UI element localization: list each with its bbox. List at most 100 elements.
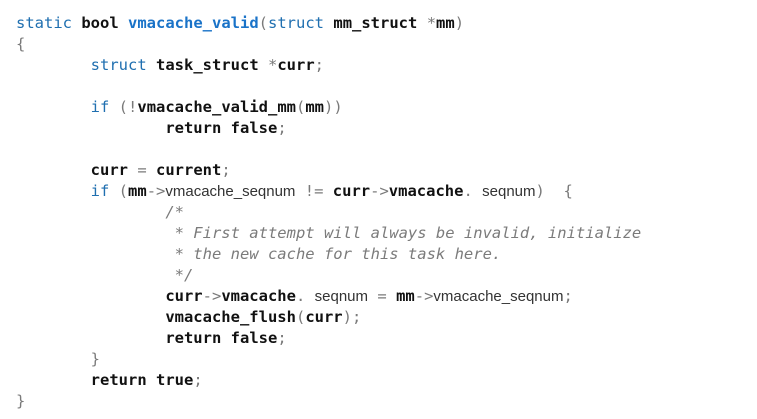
right-paren: ) <box>535 182 545 200</box>
right-paren: ) <box>324 98 334 116</box>
field-vmacache: vmacache <box>221 287 296 305</box>
assign-operator: = <box>137 161 147 179</box>
open-brace: { <box>16 35 26 53</box>
pointer-star: * <box>268 56 278 74</box>
type-task-struct: task_struct <box>156 56 259 74</box>
code-line-9: if (mm->vmacache_seqnum != curr->vmacach… <box>16 181 573 202</box>
left-paren: ( <box>118 98 129 116</box>
code-line-19: } <box>16 391 25 412</box>
right-paren: ) <box>454 14 465 32</box>
semicolon: ; <box>563 287 573 305</box>
code-line-5: if (!vmacache_valid_mm(mm)) <box>16 97 343 118</box>
close-brace: } <box>16 392 26 410</box>
code-line-6: return false; <box>16 118 287 139</box>
close-brace: } <box>90 350 100 368</box>
comment-text: * the new cache for this task here. <box>174 245 502 263</box>
arrow-operator: -> <box>414 287 434 305</box>
left-paren: ( <box>258 14 269 32</box>
arrow-operator: -> <box>202 287 222 305</box>
assign-operator: = <box>377 287 387 305</box>
not-operator: ! <box>128 98 138 116</box>
function-name-vmacache-valid: vmacache_valid <box>128 14 259 32</box>
keyword-if: if <box>90 182 110 200</box>
type-mm-struct: mm_struct <box>333 14 418 32</box>
semicolon: ; <box>277 329 287 347</box>
semicolon: ; <box>277 119 287 137</box>
value-true: true <box>156 371 194 389</box>
code-line-1: static bool vmacache_valid(struct mm_str… <box>16 13 464 34</box>
variable-current: current <box>156 161 222 179</box>
variable-mm: mm <box>128 182 147 200</box>
code-line-17: } <box>16 349 100 370</box>
field-vmacache-seqnum: vmacache_seqnum <box>165 183 296 200</box>
comment-open: /* <box>165 203 184 221</box>
code-line-12: * the new cache for this task here. <box>16 244 502 265</box>
variable-curr: curr <box>277 56 315 74</box>
variable-curr: curr <box>165 287 203 305</box>
right-paren: ) <box>333 98 343 116</box>
code-line-2: { <box>16 34 25 55</box>
field-seqnum: seqnum <box>314 288 369 305</box>
open-brace: { <box>563 182 573 200</box>
semicolon: ; <box>193 371 203 389</box>
code-line-16: return false; <box>16 328 287 349</box>
keyword-return: return <box>90 371 147 389</box>
code-line-3: struct task_struct *curr; <box>16 55 324 76</box>
variable-mm: mm <box>396 287 415 305</box>
arg-mm: mm <box>305 98 325 116</box>
code-line-13: */ <box>16 265 194 286</box>
left-paren: ( <box>118 182 129 200</box>
call-vmacache-flush: vmacache_flush <box>165 308 296 326</box>
type-bool: bool <box>81 14 119 32</box>
arrow-operator: -> <box>370 182 389 200</box>
keyword-if: if <box>90 98 110 116</box>
value-false: false <box>230 119 278 137</box>
arrow-operator: -> <box>146 182 166 200</box>
arg-curr: curr <box>305 308 343 326</box>
dot-operator: . <box>295 287 306 305</box>
code-line-15: vmacache_flush(curr); <box>16 307 361 328</box>
code-line-10: /* <box>16 202 184 223</box>
variable-curr: curr <box>332 182 371 200</box>
field-vmacache-seqnum: vmacache_seqnum <box>433 288 564 305</box>
semicolon: ; <box>221 161 231 179</box>
semicolon: ; <box>314 56 325 74</box>
pointer-star: * <box>426 14 437 32</box>
value-false: false <box>230 329 278 347</box>
field-seqnum: seqnum <box>482 183 536 200</box>
code-editor-view: static bool vmacache_valid(struct mm_str… <box>0 0 757 419</box>
comment-text: * First attempt will always be invalid, … <box>174 224 642 242</box>
keyword-return: return <box>165 329 222 347</box>
semicolon: ; <box>351 308 362 326</box>
code-line-18: return true; <box>16 370 203 391</box>
